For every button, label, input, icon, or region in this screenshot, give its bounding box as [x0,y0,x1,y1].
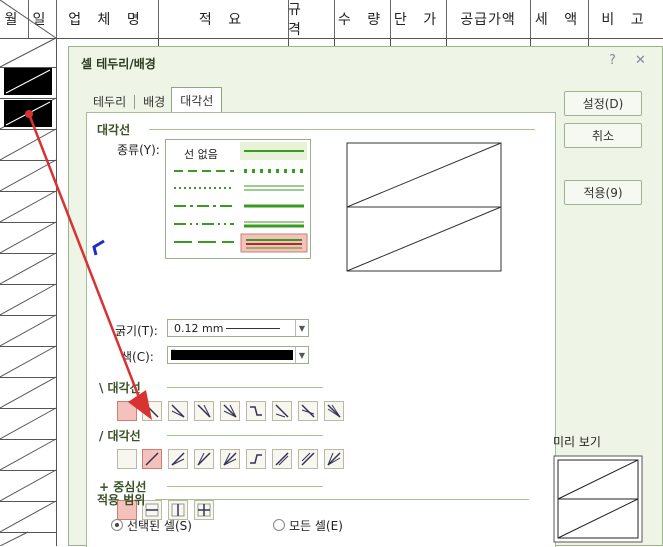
backslash-none-button[interactable] [117,401,137,421]
center-cross-button[interactable] [194,500,214,520]
color-select[interactable]: #000000 ▼ [167,346,309,364]
chevron-down-icon[interactable]: ▼ [295,320,308,336]
backslash-style-4-button[interactable] [220,401,240,421]
thickness-value: 0.12 mm [174,322,224,335]
backslash-style-2-button[interactable] [168,401,188,421]
slash-none-button[interactable] [117,449,137,469]
thickness-select[interactable]: 0.12 mm ▼ [167,319,309,337]
selected-cells-label[interactable]: 선택된 셀(S) [127,517,192,534]
diagonal-panel: 대각선 종류(Y): 선 없음 굵기(T): 0.12 mm ▼ 색(C): #… [86,112,556,547]
dialog-title: 셀 테두리/배경 [81,57,156,71]
backslash-style-6-button[interactable] [272,401,292,421]
slash-style-4-button[interactable] [220,449,240,469]
backslash-style-5-button[interactable] [246,401,266,421]
tab-border[interactable]: 테두리 [87,90,132,113]
group-divider [167,486,323,487]
tab-background[interactable]: 배경 [137,90,171,113]
slash-style-6-button[interactable] [272,449,292,469]
slash-single-button[interactable] [142,449,162,469]
all-cells-label[interactable]: 모든 셀(E) [289,517,343,534]
slash-style-7-button[interactable] [298,449,318,469]
group-divider [149,129,535,130]
cell-border-dialog: 셀 테두리/배경 ? ✕ 테두리 배경 대각선 대각선 종류(Y): 선 없음 [68,46,663,547]
group-diagonal-title: 대각선 [97,123,131,137]
tab-separator [134,95,136,109]
thickness-line-sample [226,328,280,329]
color-swatch [171,350,293,360]
tab-diagonal[interactable]: 대각선 [171,87,223,113]
apply-scope-title: 적용 범위 [97,493,146,507]
slash-style-3-button[interactable] [194,449,214,469]
backslash-buttons [117,401,357,423]
dialog-tabs: 테두리 배경 대각선 [87,87,223,113]
group-backslash-title: \ 대각선 [99,381,141,395]
apply-button[interactable]: 적용(9) [564,180,642,205]
line-type-label: 종류(Y): [117,143,160,157]
color-label: 색(C): [121,350,154,364]
ok-button[interactable]: 설정(D) [564,91,642,116]
thickness-label: 굵기(T): [115,324,158,338]
group-divider [155,499,529,500]
mini-preview-label: 미리 보기 [553,435,601,449]
group-slash-title: / 대각선 [99,429,141,443]
chevron-down-icon[interactable]: ▼ [295,347,308,363]
backslash-style-1-button[interactable] [142,401,162,421]
slash-style-2-button[interactable] [168,449,188,469]
backslash-style-8-button[interactable] [324,401,344,421]
selected-cells-radio[interactable] [111,519,123,531]
help-icon[interactable]: ? [609,53,616,68]
line-style-options[interactable] [166,140,310,258]
diagonal-preview [346,142,502,272]
backslash-style-7-button[interactable] [298,401,318,421]
close-icon[interactable]: ✕ [635,53,646,68]
mini-preview [553,455,643,543]
line-type-list[interactable]: 선 없음 [165,139,311,259]
all-cells-radio[interactable] [273,519,285,531]
slash-style-8-button[interactable] [324,449,344,469]
slash-style-5-button[interactable] [246,449,266,469]
slash-buttons [117,449,357,471]
dialog-titlebar[interactable]: 셀 테두리/배경 ? ✕ [69,47,662,77]
group-divider [167,387,323,388]
group-divider [167,435,323,436]
backslash-style-3-button[interactable] [194,401,214,421]
color-value: #000000 [171,350,176,351]
cancel-button[interactable]: 취소 [564,123,642,148]
